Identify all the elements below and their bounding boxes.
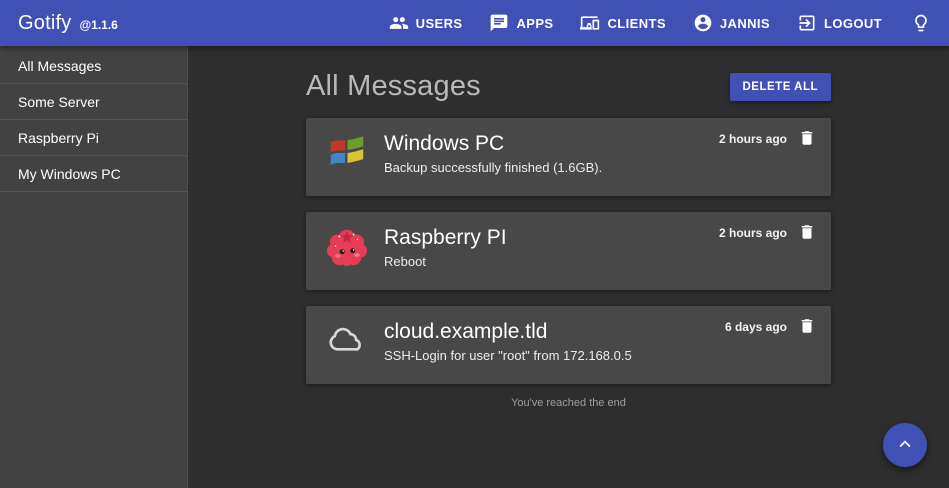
nav-clients-label: CLIENTS	[607, 16, 665, 31]
sidebar-item-my-windows-pc[interactable]: My Windows PC	[0, 156, 187, 192]
sidebar-item-label: Some Server	[18, 94, 100, 110]
cloud-icon	[326, 319, 368, 361]
message-card-cloud-example: cloud.example.tld SSH-Login for user "ro…	[306, 306, 831, 384]
theme-toggle-button[interactable]	[911, 13, 931, 33]
brand-version: @1.1.6	[79, 18, 117, 32]
nav-clients[interactable]: CLIENTS	[580, 13, 665, 33]
message-list: Windows PC Backup successfully finished …	[306, 118, 831, 384]
raspberry-icon	[326, 225, 368, 267]
delete-message-button[interactable]	[795, 221, 819, 245]
brand-name: Gotify	[18, 12, 71, 35]
nav-user-label: JANNIS	[720, 16, 770, 31]
message-card-windows-pc: Windows PC Backup successfully finished …	[306, 118, 831, 196]
message-timestamp: 2 hours ago	[719, 226, 787, 240]
delete-message-button[interactable]	[795, 315, 819, 339]
main-content: All Messages DELETE ALL Windows PC Backu…	[188, 46, 949, 488]
message-timestamp: 2 hours ago	[719, 132, 787, 146]
chevron-up-icon	[894, 433, 916, 458]
lightbulb-icon	[911, 13, 931, 33]
message-card-raspberry-pi: Raspberry PI Reboot 2 hours ago	[306, 212, 831, 290]
nav-apps[interactable]: APPS	[489, 13, 553, 33]
trash-icon	[798, 223, 816, 244]
message-body: SSH-Login for user "root" from 172.168.0…	[384, 348, 815, 363]
message-body: Reboot	[384, 254, 815, 269]
sidebar-item-all-messages[interactable]: All Messages	[0, 48, 187, 84]
delete-all-button[interactable]: DELETE ALL	[730, 73, 832, 101]
top-nav: USERS APPS CLIENTS JANNIS LOGOUT	[389, 13, 931, 33]
sidebar: All Messages Some Server Raspberry Pi My…	[0, 46, 188, 488]
windows-logo-icon	[326, 131, 368, 173]
sidebar-item-label: All Messages	[18, 58, 101, 74]
account-icon	[693, 13, 713, 33]
message-timestamp: 6 days ago	[725, 320, 787, 334]
scroll-to-top-button[interactable]	[883, 423, 927, 467]
nav-logout[interactable]: LOGOUT	[797, 13, 882, 33]
app-bar: Gotify @1.1.6 USERS APPS CLIENTS JANNIS	[0, 0, 949, 46]
nav-logout-label: LOGOUT	[824, 16, 882, 31]
sidebar-item-some-server[interactable]: Some Server	[0, 84, 187, 120]
trash-icon	[798, 317, 816, 338]
nav-apps-label: APPS	[516, 16, 553, 31]
end-of-list-text: You've reached the end	[306, 397, 831, 409]
users-icon	[389, 13, 409, 33]
logout-icon	[797, 13, 817, 33]
clients-icon	[580, 13, 600, 33]
trash-icon	[798, 129, 816, 150]
nav-user-jannis[interactable]: JANNIS	[693, 13, 770, 33]
nav-users[interactable]: USERS	[389, 13, 463, 33]
nav-users-label: USERS	[416, 16, 463, 31]
delete-message-button[interactable]	[795, 127, 819, 151]
brand-link[interactable]: Gotify @1.1.6	[18, 12, 118, 35]
page-title: All Messages	[306, 70, 481, 103]
apps-icon	[489, 13, 509, 33]
sidebar-item-raspberry-pi[interactable]: Raspberry Pi	[0, 120, 187, 156]
message-body: Backup successfully finished (1.6GB).	[384, 160, 815, 175]
sidebar-item-label: My Windows PC	[18, 166, 121, 182]
sidebar-item-label: Raspberry Pi	[18, 130, 99, 146]
